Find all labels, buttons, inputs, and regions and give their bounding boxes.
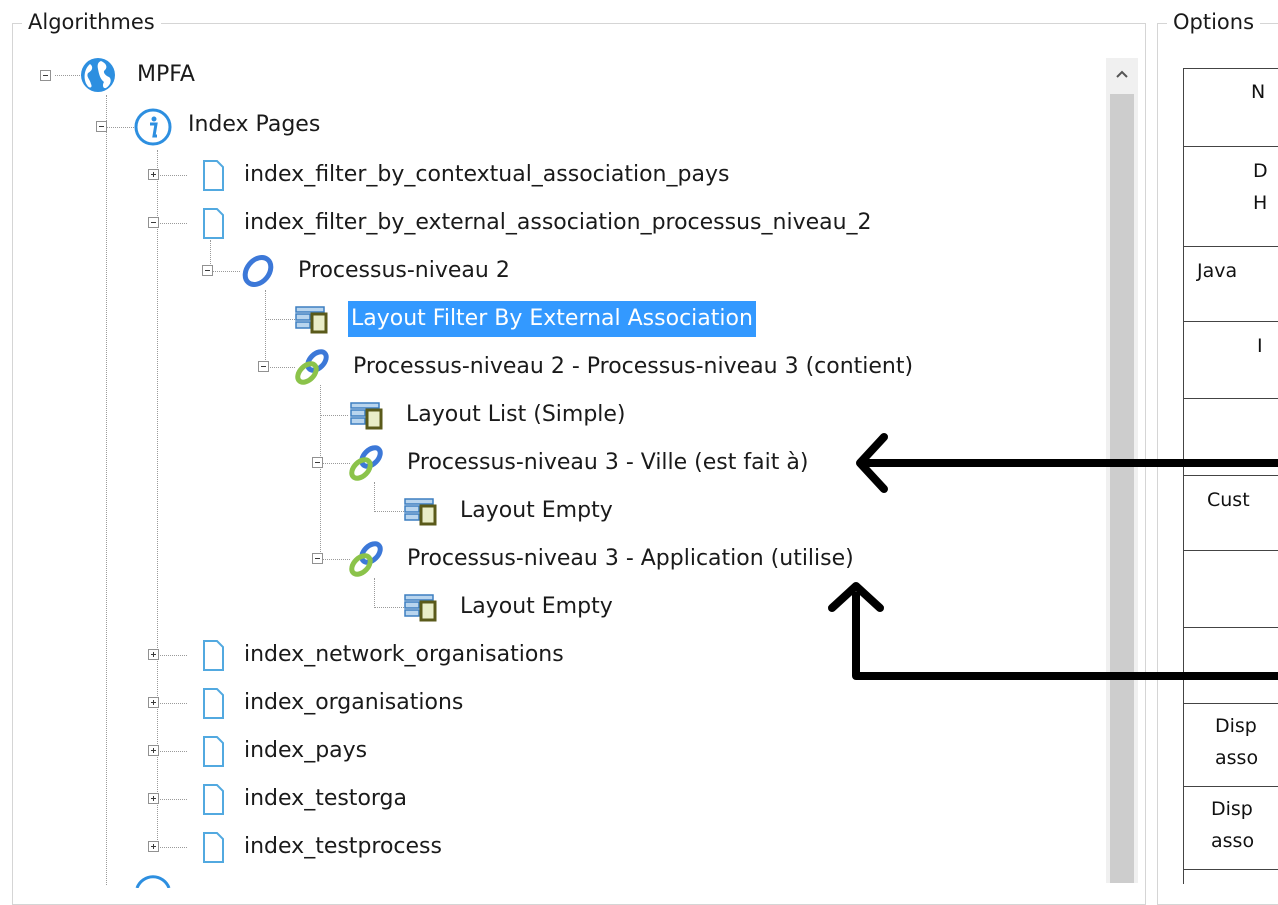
document-icon <box>203 784 224 815</box>
option-cell-text: N <box>1251 81 1266 103</box>
layout-icon <box>295 306 328 334</box>
tree-label: Processus-niveau 3 - Application (utilis… <box>407 546 854 571</box>
tree-label: index_pays <box>244 738 368 763</box>
expand-toggle-organisations[interactable] <box>148 697 159 708</box>
tree-label: index_organisations <box>244 690 464 715</box>
document-icon <box>203 736 224 767</box>
option-row[interactable]: N <box>1183 68 1278 147</box>
option-cell-text: asso <box>1215 747 1259 769</box>
option-row[interactable]: I <box>1183 322 1278 399</box>
document-icon <box>203 640 224 671</box>
document-icon <box>203 832 224 863</box>
expand-toggle-pays[interactable] <box>148 745 159 756</box>
tree-label: Processus-niveau 2 <box>298 258 510 283</box>
tree-label: Layout Empty <box>460 498 613 523</box>
layout-icon <box>350 402 383 430</box>
link-icon <box>349 541 383 577</box>
layout-icon <box>404 594 437 622</box>
option-row[interactable]: Disp asso <box>1183 787 1278 870</box>
option-cell-text: asso <box>1211 830 1255 852</box>
option-cell-text: Disp <box>1215 715 1257 737</box>
collapse-toggle-external-processus[interactable] <box>148 217 159 228</box>
document-icon <box>203 208 224 239</box>
option-cell-text: Cust <box>1207 489 1250 511</box>
option-cell-text: Java <box>1197 260 1238 282</box>
option-cell-text: H <box>1253 192 1268 214</box>
algorithms-title: Algorithmes <box>22 10 161 34</box>
tree-label: index_network_organisations <box>244 642 564 667</box>
document-icon <box>203 160 224 191</box>
expand-toggle-testprocess[interactable] <box>148 841 159 852</box>
tree-label: index_filter_by_external_association_pro… <box>244 210 872 235</box>
scroll-up-button[interactable] <box>1106 58 1138 90</box>
tree-label: Layout Empty <box>460 594 613 619</box>
info-icon-partial <box>135 875 171 888</box>
tree-scrollbar[interactable] <box>1106 58 1138 883</box>
option-row[interactable] <box>1183 399 1278 476</box>
option-cell-text: D <box>1253 160 1268 182</box>
options-title: Options <box>1167 10 1261 34</box>
collapse-toggle-assoc-application[interactable] <box>312 553 323 564</box>
link-icon <box>349 445 383 481</box>
tree-label: index_filter_by_contextual_association_p… <box>244 162 730 187</box>
collapse-toggle-assoc-ville[interactable] <box>312 457 323 468</box>
option-row[interactable]: Disp asso <box>1183 704 1278 787</box>
layout-icon <box>404 498 437 526</box>
option-row[interactable]: Cust <box>1183 476 1278 551</box>
expand-toggle-network-organisations[interactable] <box>148 649 159 660</box>
tree-label: Processus-niveau 2 - Processus-niveau 3 … <box>353 354 914 379</box>
tree-label: index_testprocess <box>244 834 442 859</box>
entity-ring-icon <box>242 255 274 287</box>
document-icon <box>203 688 224 719</box>
tree-label-mpfa: MPFA <box>137 62 195 87</box>
globe-icon <box>81 58 115 92</box>
collapse-toggle-assoc-contient[interactable] <box>258 361 269 372</box>
option-row[interactable]: DH <box>1183 147 1278 247</box>
collapse-toggle-index-pages[interactable] <box>96 121 107 132</box>
option-row[interactable]: Java <box>1183 247 1278 322</box>
option-cell-text: Disp <box>1211 798 1253 820</box>
expand-toggle-testorga[interactable] <box>148 793 159 804</box>
tree-label-selected: Layout Filter By External Association <box>348 301 756 337</box>
tree-label: Processus-niveau 3 - Ville (est fait à) <box>407 450 809 475</box>
link-icon <box>295 349 329 385</box>
option-row[interactable] <box>1183 551 1278 628</box>
option-row[interactable] <box>1183 628 1278 704</box>
scroll-thumb[interactable] <box>1110 94 1134 883</box>
option-cell-text: I <box>1257 335 1263 357</box>
tree-label-index-pages: Index Pages <box>188 112 321 137</box>
tree-label: index_testorga <box>244 786 408 811</box>
chevron-up-icon <box>1116 70 1128 78</box>
tree-label: Layout List (Simple) <box>406 402 626 427</box>
collapse-toggle-mpfa[interactable] <box>40 70 51 81</box>
collapse-toggle-processus-niveau-2[interactable] <box>202 265 213 276</box>
expand-toggle-contextual-pays[interactable] <box>148 169 159 180</box>
info-icon <box>134 108 172 146</box>
